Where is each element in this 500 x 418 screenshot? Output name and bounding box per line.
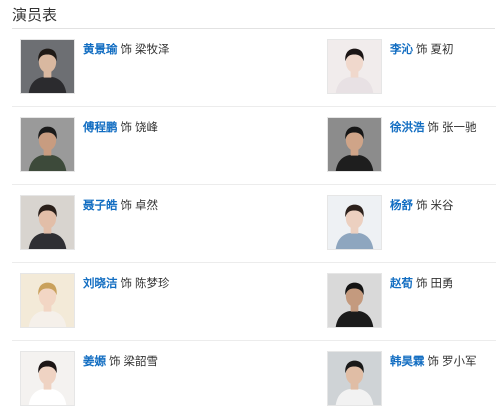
role-name: 陈梦珍 [135, 276, 170, 290]
role-name: 卓然 [135, 198, 158, 212]
actor-name-link[interactable]: 刘晓洁 [83, 276, 118, 290]
actor-name-link[interactable]: 傅程鹏 [83, 120, 118, 134]
cast-caption: 刘晓洁饰陈梦珍 [83, 275, 170, 291]
as-word: 饰 [120, 120, 133, 134]
cast-row: 傅程鹏饰饶峰 徐洪浩饰张一驰 [12, 107, 496, 185]
actor-photo[interactable] [327, 195, 382, 250]
actor-photo[interactable] [327, 117, 382, 172]
as-word: 饰 [416, 198, 428, 212]
cast-row: 黄景瑜饰梁牧泽 李沁饰夏初 [12, 29, 496, 107]
role-name: 米谷 [430, 198, 454, 212]
actor-photo[interactable] [20, 39, 75, 94]
actor-name-link[interactable]: 聂子皓 [83, 198, 118, 212]
cast-row: 聂子皓饰卓然 杨舒饰米谷 [12, 185, 496, 263]
cast-caption: 韩昊霖饰罗小军 [390, 353, 477, 369]
as-word: 饰 [120, 198, 133, 212]
actor-name-link[interactable]: 姜嫄 [83, 354, 106, 368]
actor-name-link[interactable]: 赵荀 [390, 276, 413, 290]
actor-photo[interactable] [20, 117, 75, 172]
as-word: 饰 [109, 354, 121, 368]
as-word: 饰 [427, 120, 440, 134]
actor-name-link[interactable]: 黄景瑜 [83, 42, 118, 56]
actor-name-link[interactable]: 杨舒 [390, 198, 413, 212]
cast-row: 姜嫄饰梁韶雪 韩昊霖饰罗小军 [12, 341, 496, 418]
actor-photo[interactable] [20, 351, 75, 406]
actor-name-link[interactable]: 韩昊霖 [390, 354, 425, 368]
cast-caption: 李沁饰夏初 [390, 41, 454, 57]
role-name: 罗小军 [442, 354, 477, 368]
cast-grid: 黄景瑜饰梁牧泽 李沁饰夏初 傅程鹏饰饶峰 徐洪浩饰张一驰 聂子皓饰卓然 杨舒饰米谷 刘晓洁饰… [12, 29, 496, 418]
cast-caption: 聂子皓饰卓然 [83, 197, 158, 213]
role-name: 梁牧泽 [135, 42, 170, 56]
role-name: 梁韶雪 [123, 354, 159, 368]
cast-caption: 黄景瑜饰梁牧泽 [83, 41, 170, 57]
as-word: 饰 [427, 354, 440, 368]
role-name: 张一驰 [442, 120, 477, 134]
actor-photo[interactable] [327, 273, 382, 328]
actor-name-link[interactable]: 徐洪浩 [390, 120, 425, 134]
as-word: 饰 [416, 42, 428, 56]
actor-photo[interactable] [327, 351, 382, 406]
cast-caption: 姜嫄饰梁韶雪 [83, 353, 158, 369]
cast-caption: 杨舒饰米谷 [390, 197, 454, 213]
as-word: 饰 [120, 42, 133, 56]
as-word: 饰 [416, 276, 428, 290]
actor-photo[interactable] [20, 195, 75, 250]
cast-caption: 徐洪浩饰张一驰 [390, 119, 477, 135]
as-word: 饰 [120, 276, 133, 290]
role-name: 夏初 [430, 42, 454, 56]
actor-photo[interactable] [20, 273, 75, 328]
actor-photo[interactable] [327, 39, 382, 94]
actor-name-link[interactable]: 李沁 [390, 42, 413, 56]
section-title: 演员表 [12, 6, 58, 24]
role-name: 田勇 [430, 276, 454, 290]
cast-caption: 赵荀饰田勇 [390, 275, 454, 291]
role-name: 饶峰 [135, 120, 158, 134]
cast-caption: 傅程鹏饰饶峰 [83, 119, 158, 135]
cast-row: 刘晓洁饰陈梦珍 赵荀饰田勇 [12, 263, 496, 341]
